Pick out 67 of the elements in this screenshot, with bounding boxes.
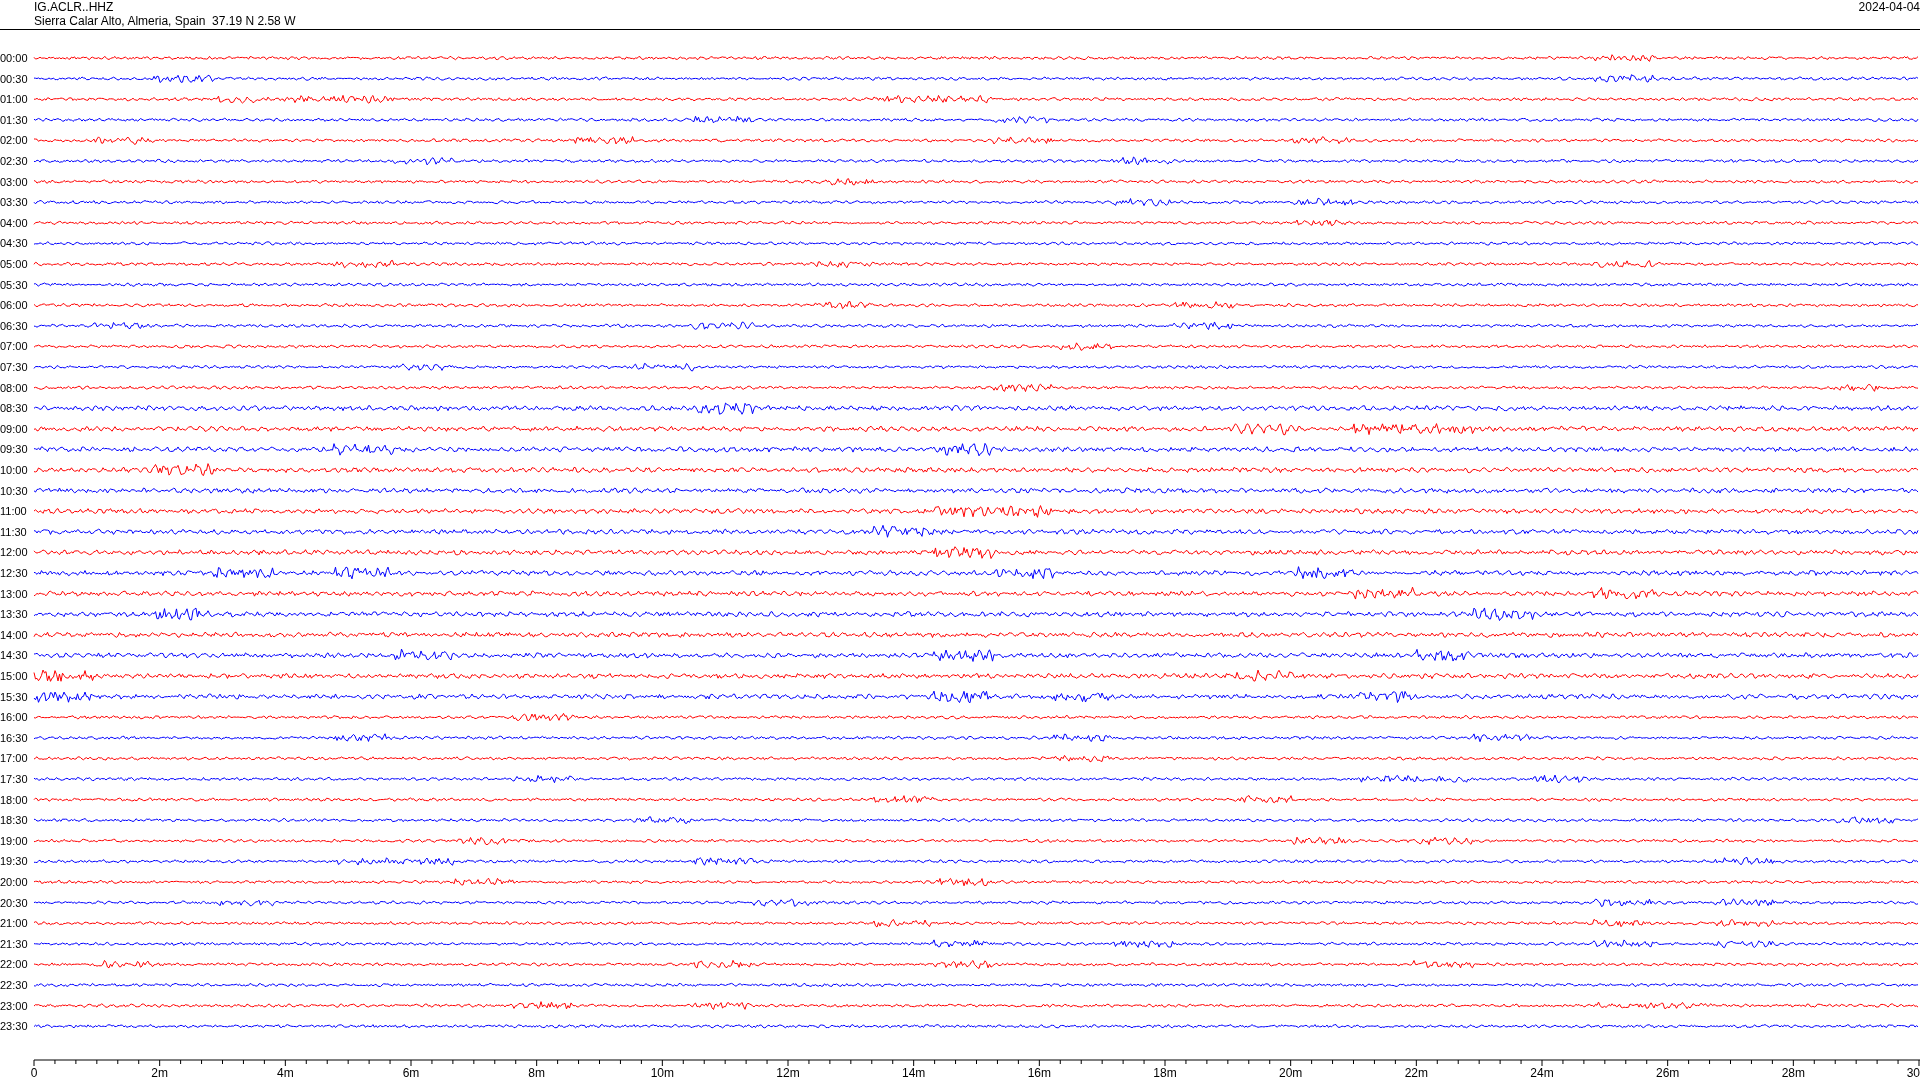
time-label: 17:00	[0, 752, 28, 765]
time-label: 20:00	[0, 876, 28, 888]
time-label: 06:00	[0, 299, 28, 312]
time-label: 15:00	[0, 670, 28, 682]
time-label: 01:00	[0, 93, 28, 106]
axis-tick-label: 22m	[1404, 1066, 1428, 1079]
time-label: 23:30	[0, 1020, 28, 1033]
time-label: 00:30	[0, 72, 28, 85]
time-label: 14:30	[0, 649, 28, 662]
time-label: 13:00	[0, 587, 28, 600]
axis-tick-label: 4m	[277, 1066, 294, 1079]
time-label: 09:30	[0, 443, 28, 456]
date-label: 2024-04-04	[1858, 0, 1920, 16]
station-location: Sierra Calar Alto, Almeria, Spain 37.19 N 2.58 W	[34, 14, 296, 28]
time-label: 19:00	[0, 834, 28, 847]
time-label: 03:00	[0, 175, 28, 188]
time-label: 16:30	[0, 731, 28, 744]
time-label: 05:30	[0, 278, 28, 291]
axis-tick-label: 28m	[1781, 1066, 1805, 1079]
time-label: 19:30	[0, 855, 28, 868]
axis-tick-label: 10m	[650, 1066, 674, 1079]
axis-tick-label: 30	[1906, 1066, 1920, 1079]
time-label: 02:30	[0, 155, 28, 167]
time-label: 12:30	[0, 567, 28, 579]
time-label: 23:00	[0, 999, 28, 1012]
time-label: 12:00	[0, 546, 28, 559]
time-label: 20:30	[0, 896, 28, 909]
time-label: 15:30	[0, 690, 28, 703]
time-label: 05:00	[0, 258, 28, 270]
channel-code: IG.ACLR..HHZ	[34, 0, 115, 14]
time-label: 16:00	[0, 711, 28, 724]
time-label: 09:00	[0, 422, 28, 435]
time-label: 21:00	[0, 917, 28, 930]
time-label: 03:30	[0, 196, 28, 209]
time-label: 08:30	[0, 402, 28, 415]
time-label: 14:00	[0, 628, 28, 641]
time-label: 06:30	[0, 319, 28, 332]
time-label: 07:00	[0, 340, 28, 353]
axis-tick-label: 2m	[151, 1066, 168, 1079]
time-label: 01:30	[0, 113, 28, 126]
time-label: 02:00	[0, 134, 28, 147]
time-label: 11:00	[0, 505, 27, 518]
axis-tick-label: 24m	[1530, 1066, 1554, 1079]
time-label: 13:30	[0, 608, 28, 621]
time-label: 17:30	[0, 773, 28, 785]
axis-tick-label: 14m	[902, 1066, 926, 1079]
axis-tick-label: 16m	[1027, 1066, 1051, 1079]
axis-tick-label: 12m	[776, 1066, 800, 1079]
axis-tick-label: 26m	[1656, 1066, 1680, 1079]
time-label: 21:30	[0, 937, 28, 950]
time-label: 00:00	[0, 52, 28, 64]
axis-tick-label: 18m	[1153, 1066, 1177, 1079]
time-label: 22:00	[0, 958, 28, 971]
time-label: 07:30	[0, 361, 28, 373]
axis-tick-label: 6m	[402, 1066, 420, 1079]
time-label: 10:30	[0, 484, 28, 497]
axis-tick-label: 20m	[1279, 1066, 1303, 1079]
time-label: 18:30	[0, 814, 28, 827]
time-label: 04:00	[0, 216, 28, 229]
axis-tick-label: 8m	[528, 1066, 545, 1079]
time-label: 18:00	[0, 793, 28, 806]
time-label: 22:30	[0, 979, 28, 991]
axis-tick-label: 0	[30, 1066, 38, 1079]
time-label: 04:30	[0, 237, 28, 250]
time-label: 08:00	[0, 381, 28, 394]
time-label: 11:30	[0, 525, 27, 538]
time-label: 10:00	[0, 464, 28, 476]
